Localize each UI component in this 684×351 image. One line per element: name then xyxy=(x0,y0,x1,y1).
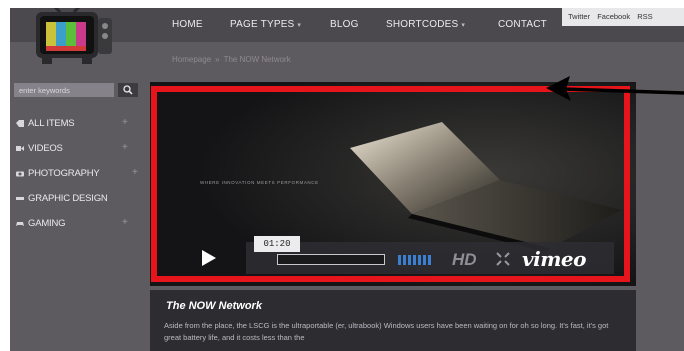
sidebar-item-graphic-design[interactable]: GRAPHIC DESIGN xyxy=(14,191,138,207)
dropdown-caret-icon: ▾ xyxy=(297,22,302,29)
breadcrumb-current: The NOW Network xyxy=(223,55,291,64)
sidebar-item-label: PHOTOGRAPHY xyxy=(28,168,100,179)
breadcrumb-separator-icon: » xyxy=(215,55,220,64)
sidebar-item-videos[interactable]: VIDEOS + xyxy=(14,141,138,157)
tv-logo[interactable] xyxy=(30,8,120,68)
nav-shortcodes[interactable]: SHORTCODES ▾ xyxy=(386,19,465,30)
expand-plus-icon: + xyxy=(122,217,128,228)
screenshot-stage: HOME PAGE TYPES ▾ BLOG SHORTCODES ▾ CONT… xyxy=(0,0,684,351)
sidebar-item-photography[interactable]: PHOTOGRAPHY + xyxy=(14,166,138,182)
arrow-annotation-icon xyxy=(546,76,684,101)
expand-plus-icon: + xyxy=(122,142,128,153)
social-links: Twitter Facebook RSS xyxy=(562,8,684,26)
nav-page-types-label: PAGE TYPES xyxy=(230,19,295,30)
article-excerpt: Aside from the place, the LSCG is the ul… xyxy=(164,321,609,342)
nav-page-types[interactable]: PAGE TYPES ▾ xyxy=(230,19,301,30)
sidebar-item-all-items[interactable]: ALL ITEMS + xyxy=(14,116,138,132)
dropdown-caret-icon: ▾ xyxy=(461,22,466,29)
sidebar-item-label: VIDEOS xyxy=(28,143,63,154)
video-icon xyxy=(16,146,24,151)
breadcrumb: Homepage » The NOW Network xyxy=(172,55,291,64)
search-icon xyxy=(123,85,133,95)
sidebar-item-gaming[interactable]: GAMING + xyxy=(14,216,138,232)
sidebar-item-label: GRAPHIC DESIGN xyxy=(28,193,108,204)
search-input[interactable] xyxy=(14,83,114,97)
nav-blog[interactable]: BLOG xyxy=(330,19,359,30)
sidebar-item-label: ALL ITEMS xyxy=(28,118,75,129)
sidebar-search xyxy=(14,83,138,97)
search-button[interactable] xyxy=(118,83,138,97)
expand-plus-icon: + xyxy=(132,167,138,178)
design-icon xyxy=(16,197,24,200)
nav-home-label: HOME xyxy=(172,19,203,30)
social-rss-link[interactable]: RSS xyxy=(637,12,652,21)
nav-home[interactable]: HOME xyxy=(172,19,203,30)
social-twitter-link[interactable]: Twitter xyxy=(568,12,590,21)
breadcrumb-home-link[interactable]: Homepage xyxy=(172,55,211,64)
nav-shortcodes-label: SHORTCODES xyxy=(386,19,459,30)
social-facebook-link[interactable]: Facebook xyxy=(597,12,630,21)
red-highlight-annotation xyxy=(151,86,630,282)
tag-icon xyxy=(16,120,24,127)
nav-contact-label: CONTACT xyxy=(498,19,547,30)
expand-plus-icon: + xyxy=(122,117,128,128)
camera-icon xyxy=(16,171,24,177)
gamepad-icon xyxy=(16,222,24,226)
article-title[interactable]: The NOW Network xyxy=(166,300,262,312)
nav-blog-label: BLOG xyxy=(330,19,359,30)
sidebar-item-label: GAMING xyxy=(28,218,66,229)
nav-contact[interactable]: CONTACT xyxy=(498,19,547,30)
